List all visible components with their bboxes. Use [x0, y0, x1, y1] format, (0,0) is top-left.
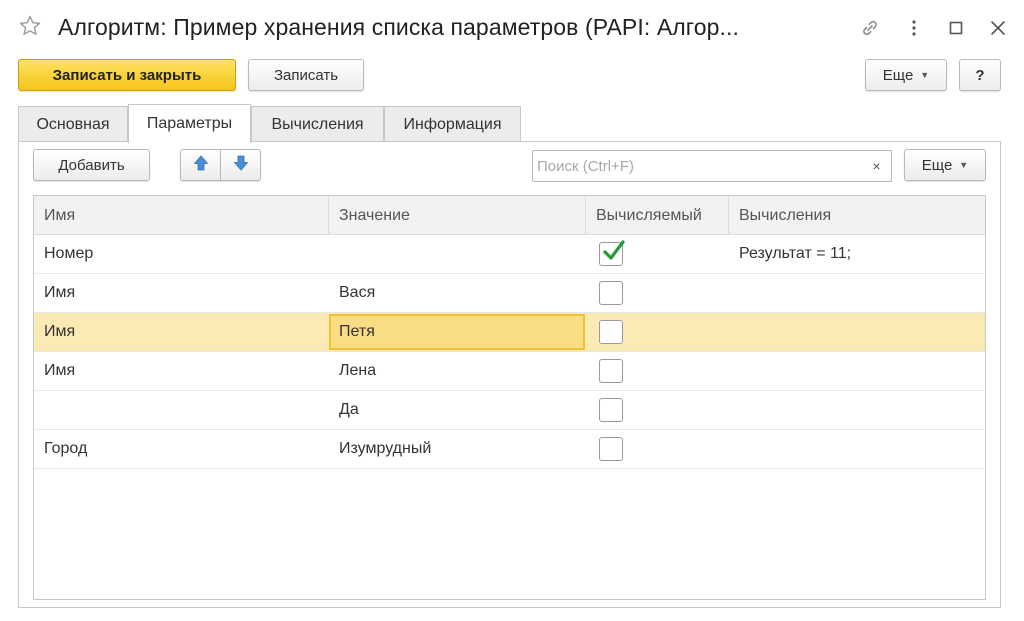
window-title: Алгоритм: Пример хранения списка парамет… [58, 14, 740, 40]
add-button[interactable]: Добавить [33, 149, 150, 181]
tab-information[interactable]: Информация [384, 106, 521, 142]
params-more-label: Еще [921, 156, 953, 174]
move-down-button[interactable] [220, 149, 261, 181]
cell-name[interactable]: Город [34, 430, 329, 468]
computed-checkbox[interactable] [599, 320, 623, 344]
computed-checkbox[interactable] [599, 437, 623, 461]
more-button[interactable]: Еще ▼ [865, 59, 947, 91]
move-up-button[interactable] [180, 149, 221, 181]
table-header: Имя Значение Вычисляемый Вычисления [34, 196, 985, 235]
maximize-icon[interactable] [944, 16, 968, 40]
cell-name[interactable]: Имя [34, 274, 329, 312]
tab-calculations[interactable]: Вычисления [251, 106, 384, 142]
table-row[interactable]: Да [34, 391, 985, 430]
cell-calculation[interactable] [729, 352, 985, 390]
computed-checkbox[interactable] [599, 240, 625, 266]
tab-main[interactable]: Основная [18, 106, 128, 142]
tab-parameters-label: Параметры [146, 115, 233, 132]
save-button[interactable]: Записать [248, 59, 364, 91]
add-label: Добавить [58, 156, 125, 174]
tab-calculations-label: Вычисления [271, 115, 364, 133]
column-header-value[interactable]: Значение [329, 196, 586, 235]
cell-value[interactable] [329, 235, 586, 273]
close-icon[interactable] [986, 16, 1010, 40]
cell-calculation[interactable]: Результат = 11; [729, 235, 985, 273]
table-row-selected[interactable]: Имя Петя [34, 313, 985, 352]
column-header-computed[interactable]: Вычисляемый [586, 196, 729, 235]
cell-value[interactable]: Лена [329, 352, 586, 390]
clear-search-label: × [872, 158, 881, 174]
cell-calculation[interactable] [729, 430, 985, 468]
clear-search-button[interactable]: × [862, 150, 892, 182]
caret-down-icon: ▼ [920, 70, 930, 80]
cell-calculation[interactable] [729, 313, 985, 351]
table-row[interactable]: Город Изумрудный [34, 430, 985, 469]
column-header-calculations[interactable]: Вычисления [729, 196, 985, 235]
computed-checkbox[interactable] [599, 281, 623, 305]
link-icon[interactable] [858, 16, 882, 40]
arrow-down-icon [232, 154, 250, 176]
more-label: Еще [882, 66, 914, 84]
tab-main-label: Основная [36, 115, 110, 133]
cell-name[interactable]: Номер [34, 235, 329, 273]
column-header-name[interactable]: Имя [34, 196, 329, 235]
cell-value[interactable]: Да [329, 391, 586, 429]
cell-name[interactable]: Имя [34, 313, 329, 351]
checkmark-icon [603, 240, 625, 260]
table-row[interactable]: Номер Результат = 11; [34, 235, 985, 274]
table-row[interactable]: Имя Лена [34, 352, 985, 391]
arrow-up-icon [192, 154, 210, 176]
cell-name[interactable]: Имя [34, 352, 329, 390]
cell-calculation[interactable] [729, 391, 985, 429]
cell-value[interactable]: Вася [329, 274, 586, 312]
cell-name[interactable] [34, 391, 329, 429]
params-more-button[interactable]: Еще ▼ [904, 149, 986, 181]
save-label: Записать [273, 66, 339, 84]
help-label: ? [975, 66, 985, 84]
tab-parameters[interactable]: Параметры [128, 104, 251, 143]
kebab-menu-icon[interactable] [902, 16, 926, 40]
cell-calculation[interactable] [729, 274, 985, 312]
table-row[interactable]: Имя Вася [34, 274, 985, 313]
window-titlebar: Алгоритм: Пример хранения списка парамет… [0, 0, 1024, 56]
save-and-close-button[interactable]: Записать и закрыть [18, 59, 236, 91]
search-field[interactable] [532, 150, 865, 182]
cell-value[interactable]: Изумрудный [329, 430, 586, 468]
tab-information-label: Информация [403, 115, 502, 133]
help-button[interactable]: ? [959, 59, 1001, 91]
cell-value-editing[interactable]: Петя [329, 314, 585, 350]
save-and-close-label: Записать и закрыть [52, 66, 202, 84]
search-input[interactable] [533, 151, 864, 181]
parameters-table: Имя Значение Вычисляемый Вычисления Номе… [33, 195, 986, 600]
star-icon[interactable] [18, 14, 42, 38]
computed-checkbox[interactable] [599, 359, 623, 383]
caret-down-icon: ▼ [959, 160, 969, 170]
computed-checkbox[interactable] [599, 398, 623, 422]
